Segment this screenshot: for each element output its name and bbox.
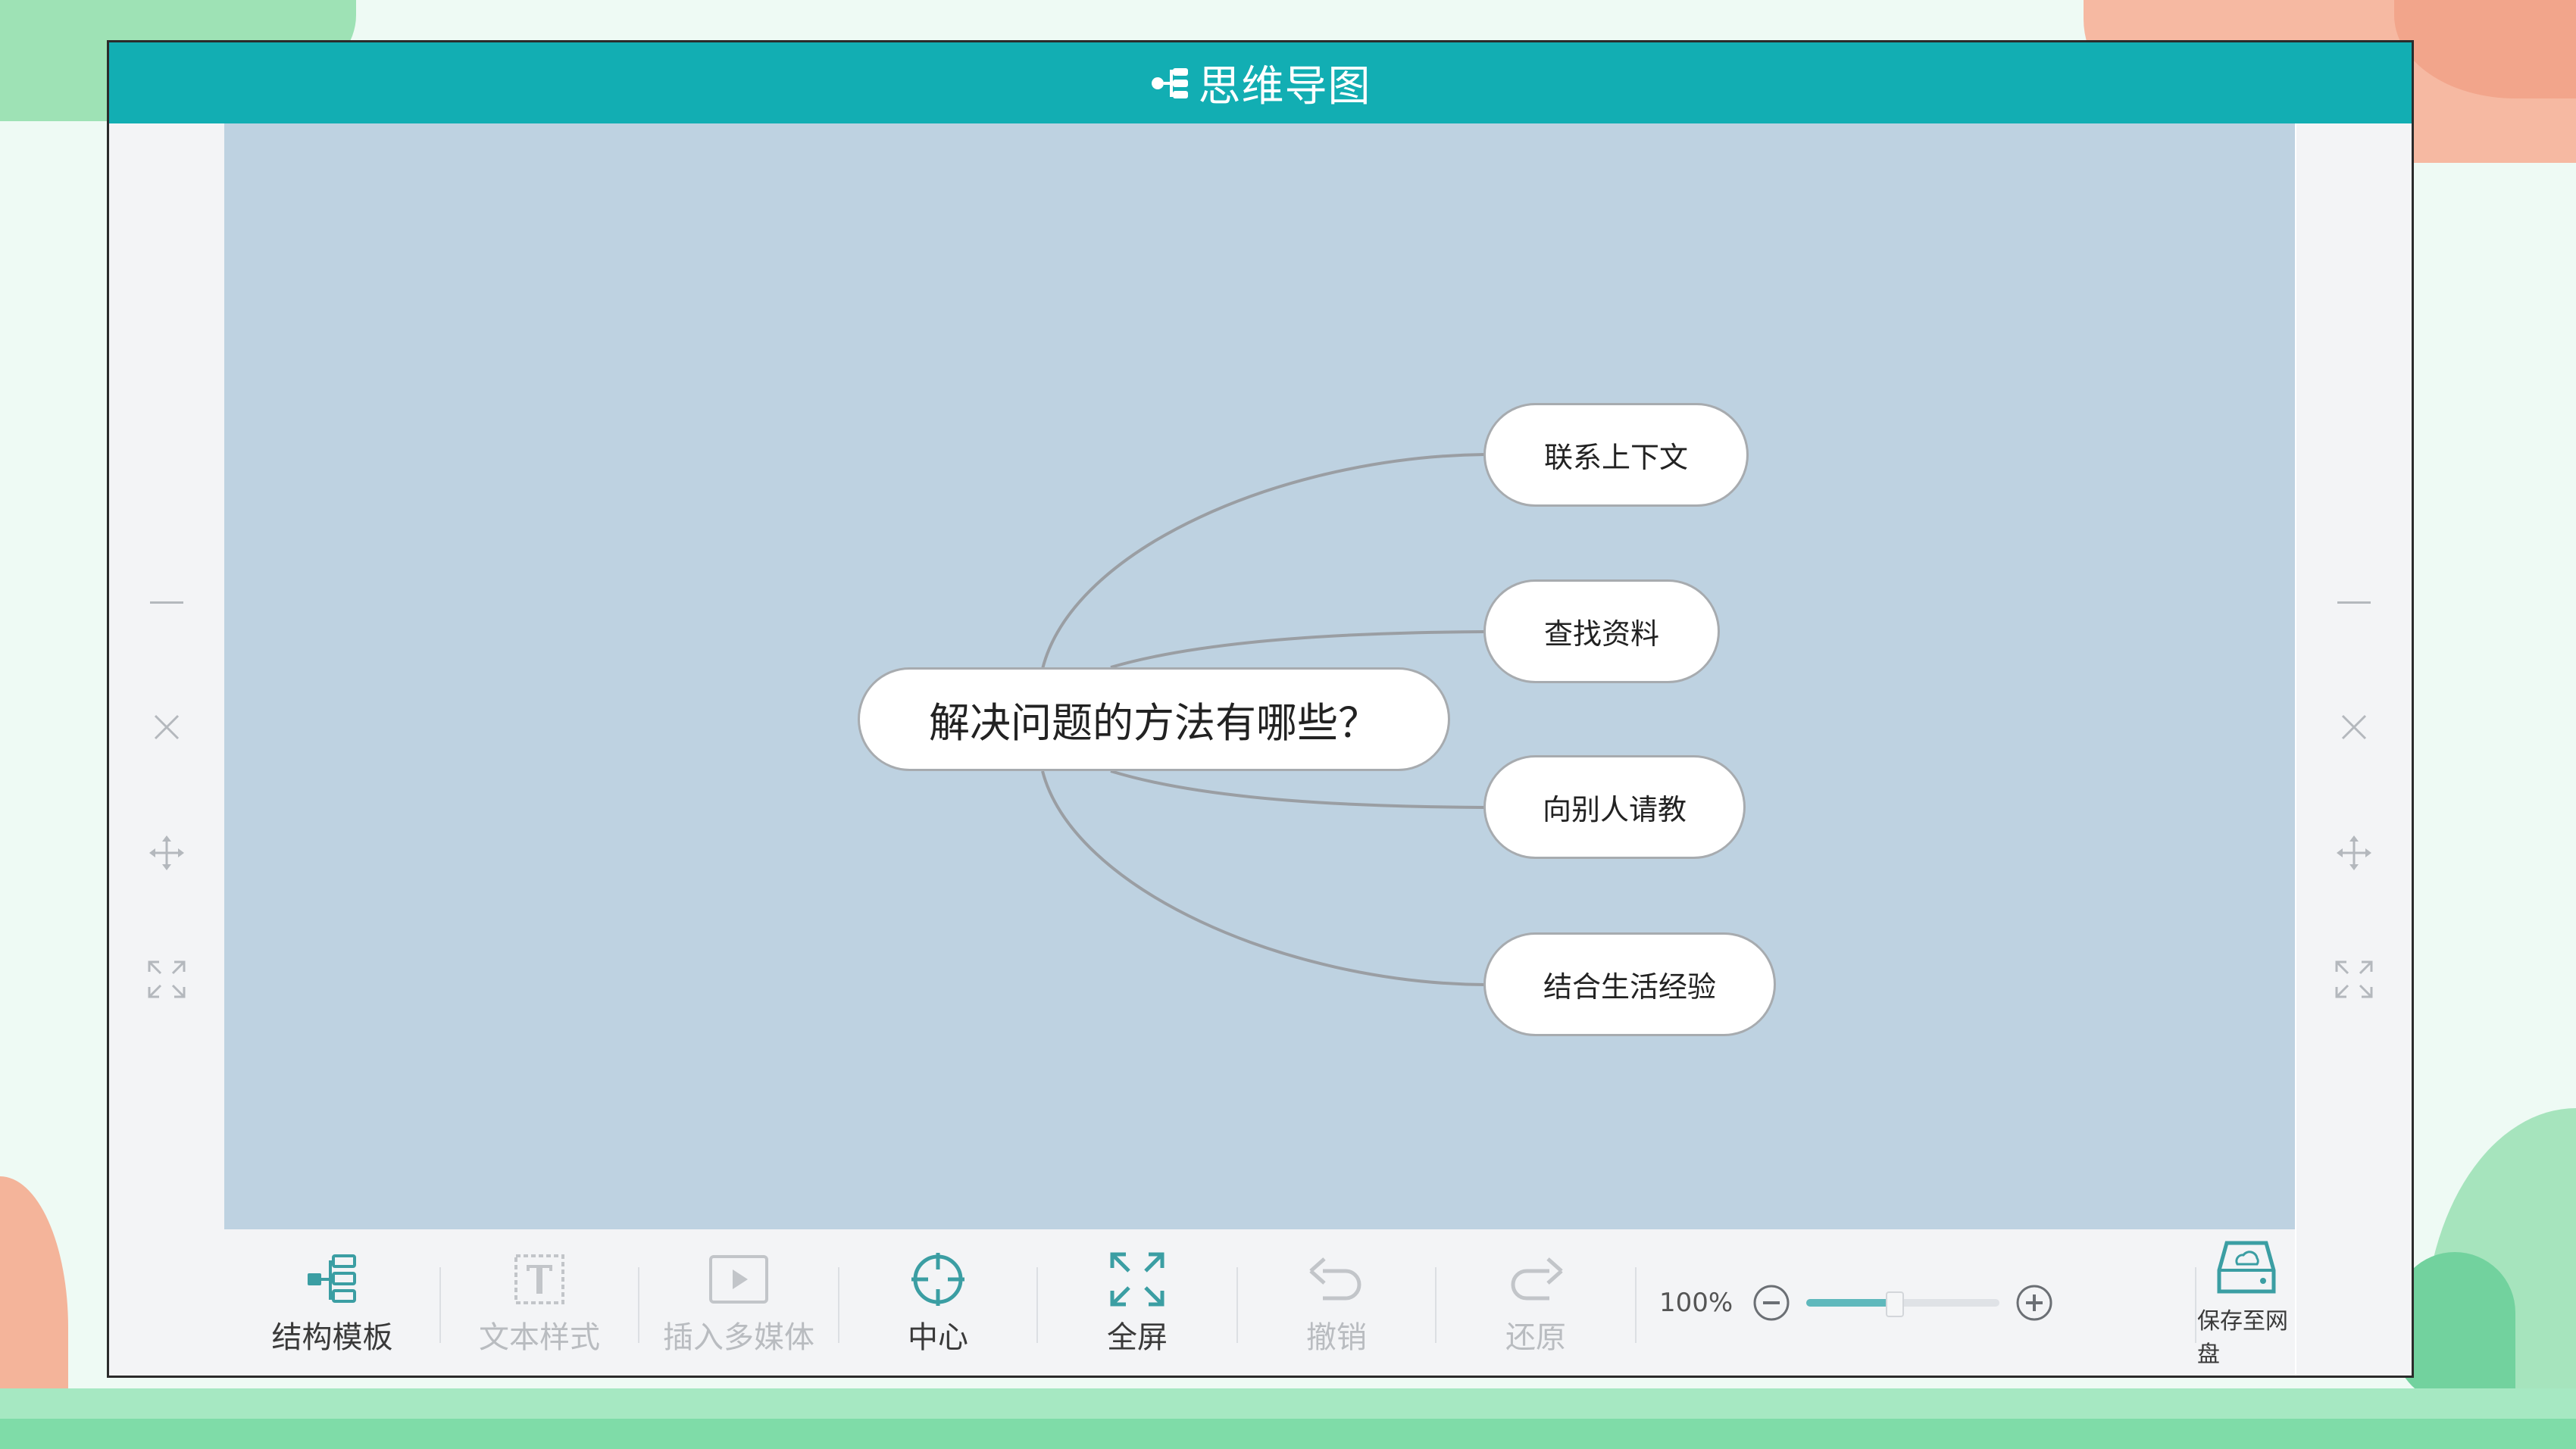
left-side-panel xyxy=(109,123,224,1376)
toolbar-divider xyxy=(2195,1267,2196,1343)
toolbar-label: 中心 xyxy=(908,1319,968,1355)
zoom-out-button[interactable] xyxy=(1750,1282,1793,1324)
zoom-slider-fill xyxy=(1806,1298,1893,1307)
close-icon[interactable] xyxy=(144,704,189,750)
minimize-icon[interactable] xyxy=(144,579,189,625)
toolbar-label: 文本样式 xyxy=(479,1319,600,1355)
structure-template-icon xyxy=(306,1249,359,1310)
text-style-icon xyxy=(513,1249,566,1310)
structure-template-button[interactable]: 结构模板 xyxy=(224,1229,440,1376)
insert-media-icon xyxy=(708,1249,769,1310)
toolbar-label: 全屏 xyxy=(1107,1319,1168,1355)
mindmap-window: 思维导图 解决问题的方法有哪些？ 联系上下文 查找资料 向别人请教 结合生活经验… xyxy=(107,40,2414,1378)
zoom-level-label: 100% xyxy=(1659,1287,1733,1318)
zoom-out-icon xyxy=(1753,1285,1790,1320)
close-icon[interactable] xyxy=(2331,704,2377,750)
move-icon[interactable] xyxy=(2331,830,2377,876)
background-decoration xyxy=(0,1419,2576,1449)
text-style-button[interactable]: 文本样式 xyxy=(441,1229,638,1376)
leaf-decoration xyxy=(0,1176,68,1404)
save-to-cloud-button[interactable]: 保存至网盘 xyxy=(2197,1229,2295,1376)
center-button[interactable]: 中心 xyxy=(839,1229,1036,1376)
right-side-panel xyxy=(2296,123,2412,1376)
expand-icon[interactable] xyxy=(144,957,189,1002)
subtopic-node[interactable]: 向别人请教 xyxy=(1483,755,1746,859)
root-topic-node[interactable]: 解决问题的方法有哪些？ xyxy=(858,667,1450,771)
fullscreen-button[interactable]: 全屏 xyxy=(1038,1229,1236,1376)
zoom-slider[interactable] xyxy=(1806,1291,1999,1317)
toolbar-divider xyxy=(1635,1267,1637,1343)
toolbar-label: 撤销 xyxy=(1306,1319,1367,1355)
zoom-control: 100% xyxy=(1659,1229,2061,1376)
toolbar-label: 插入多媒体 xyxy=(663,1319,814,1355)
save-to-cloud-label: 保存至网盘 xyxy=(2197,1307,2288,1368)
undo-button[interactable]: 撤销 xyxy=(1238,1229,1435,1376)
center-icon xyxy=(910,1249,966,1310)
app-title: 思维导图 xyxy=(1198,62,1371,111)
redo-button[interactable]: 还原 xyxy=(1436,1229,1635,1376)
mindmap-logo-icon xyxy=(1150,62,1193,105)
fullscreen-icon xyxy=(1109,1249,1165,1310)
minimize-icon[interactable] xyxy=(2331,579,2377,625)
expand-icon[interactable] xyxy=(2331,957,2377,1002)
bottom-toolbar: 结构模板 文本样式 插入多媒体 中心 全屏 撤销 还原 100% 保存至网盘 xyxy=(224,1229,2295,1376)
undo-icon xyxy=(1308,1249,1365,1310)
move-icon[interactable] xyxy=(144,830,189,876)
mindmap-canvas[interactable]: 解决问题的方法有哪些？ 联系上下文 查找资料 向别人请教 结合生活经验 xyxy=(224,123,2295,1229)
subtopic-node[interactable]: 查找资料 xyxy=(1483,579,1720,683)
cloud-drive-icon xyxy=(2216,1237,2277,1298)
zoom-in-icon xyxy=(2016,1285,2052,1320)
toolbar-label: 结构模板 xyxy=(271,1319,393,1355)
insert-media-button[interactable]: 插入多媒体 xyxy=(639,1229,838,1376)
zoom-in-button[interactable] xyxy=(2013,1282,2055,1324)
subtopic-node[interactable]: 结合生活经验 xyxy=(1483,932,1776,1036)
title-bar: 思维导图 xyxy=(109,42,2412,123)
subtopic-node[interactable]: 联系上下文 xyxy=(1483,403,1749,507)
zoom-slider-thumb[interactable] xyxy=(1885,1291,1904,1317)
toolbar-label: 还原 xyxy=(1505,1319,1566,1355)
redo-icon xyxy=(1507,1249,1565,1310)
